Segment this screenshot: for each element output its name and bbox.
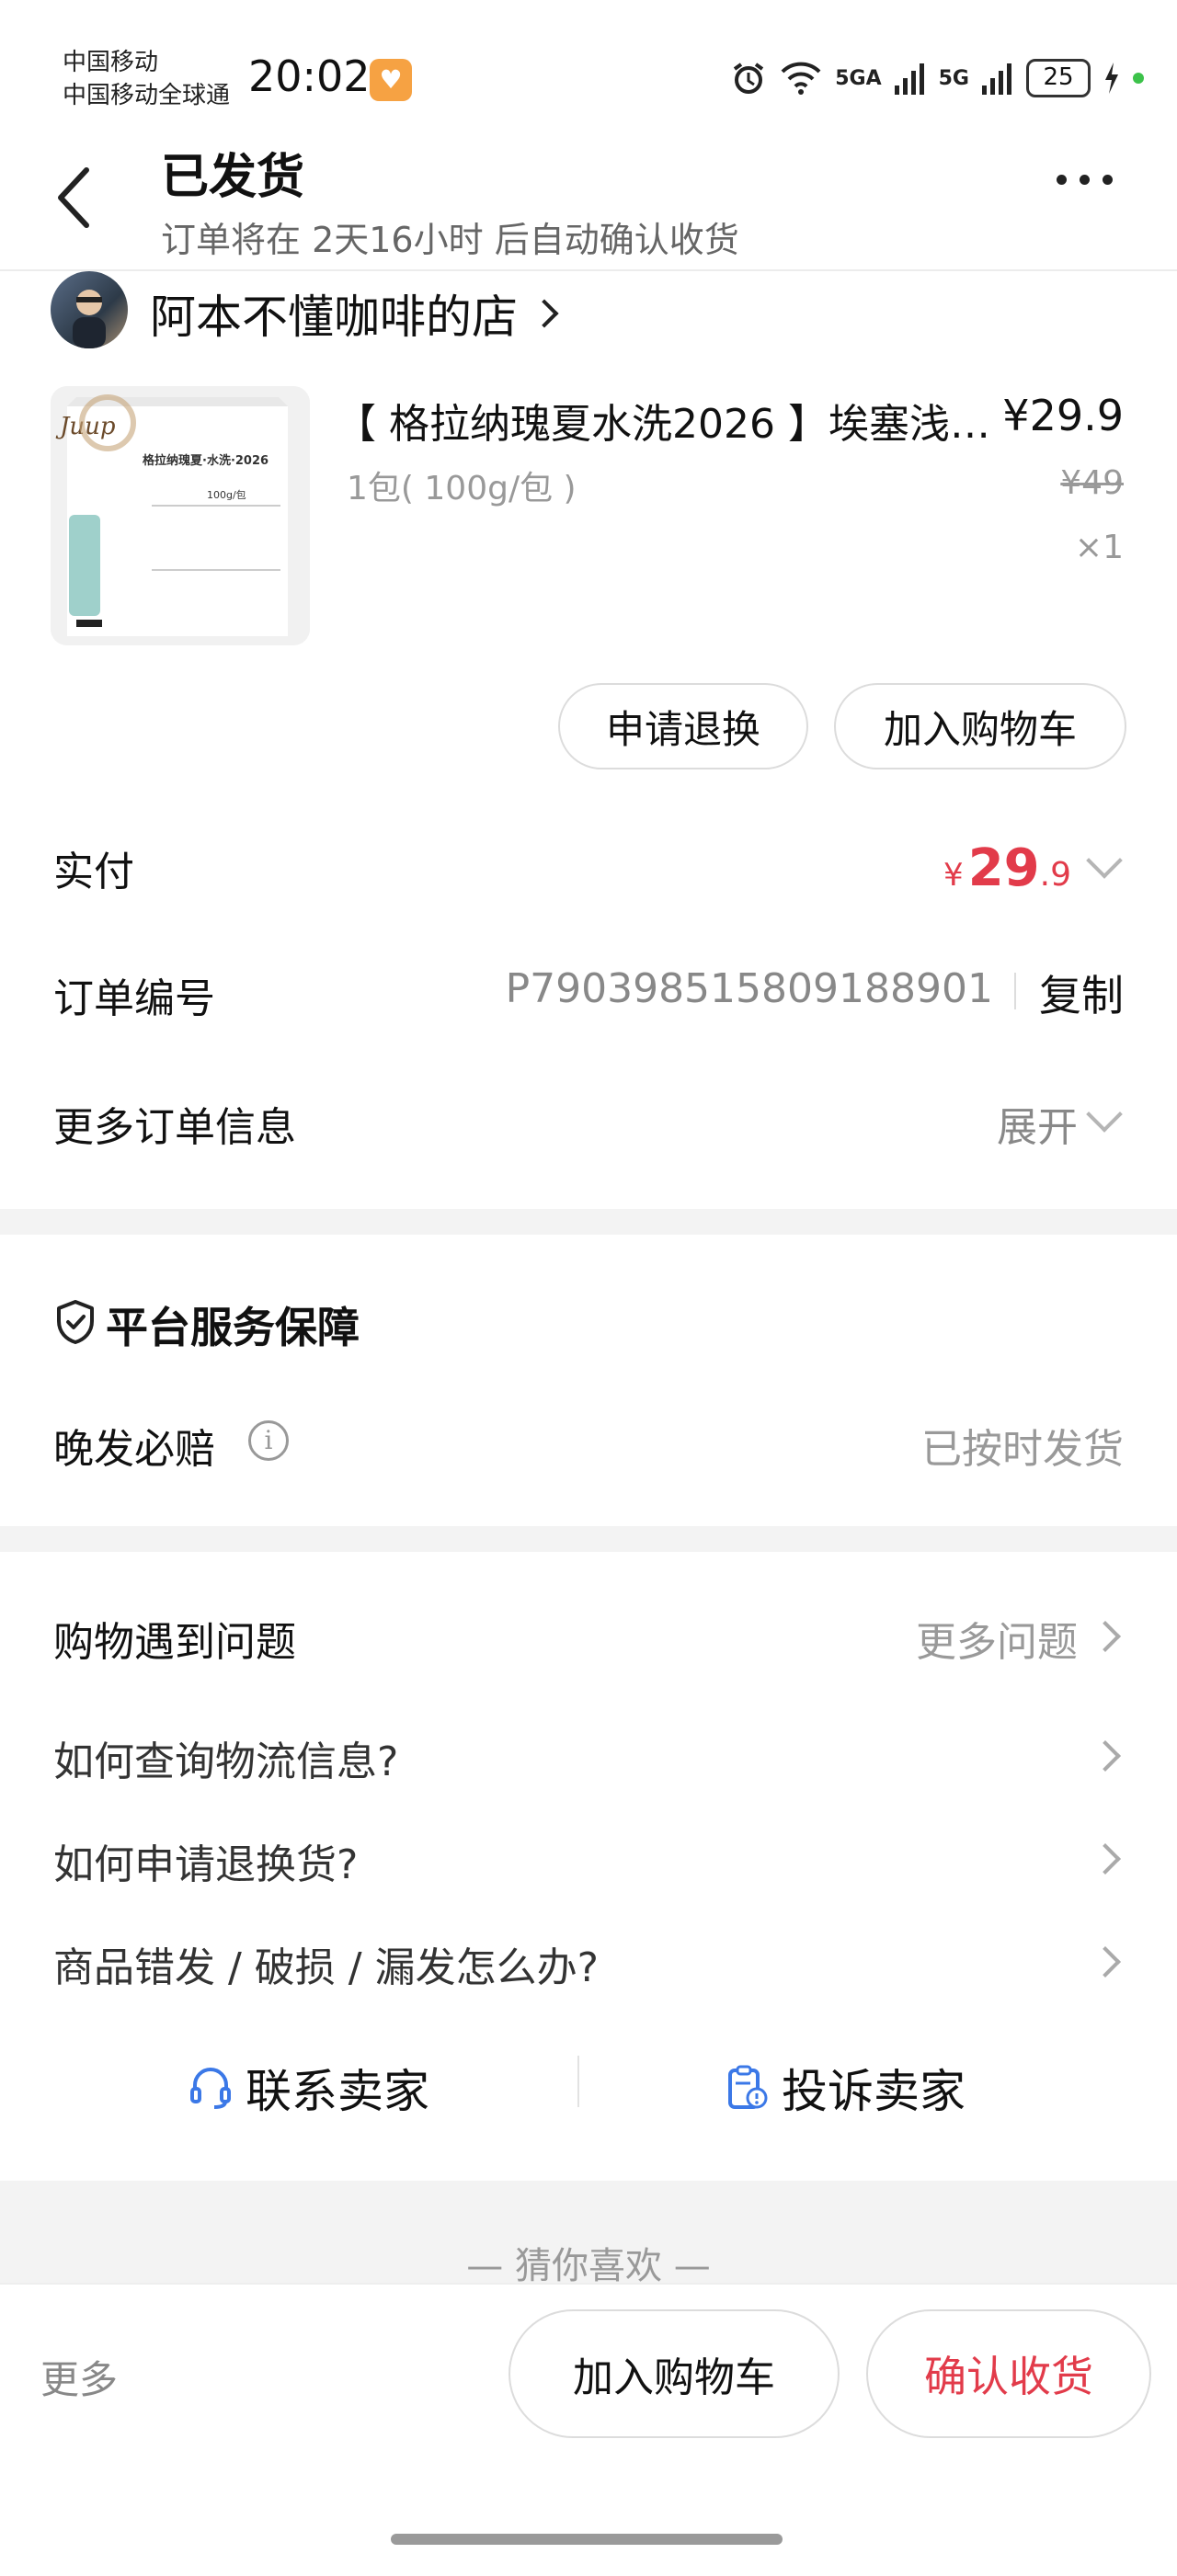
- more-dot-icon: [1057, 175, 1067, 185]
- signal-bars-icon: [982, 63, 1011, 95]
- product-quantity: ×1: [1074, 529, 1124, 566]
- home-indicator[interactable]: [391, 2534, 783, 2545]
- store-avatar[interactable]: [51, 271, 128, 348]
- notification-app-icon: ♥: [370, 59, 412, 101]
- auto-confirm-notice: 订单将在 2天16小时 后自动确认收货: [161, 220, 739, 260]
- store-name: 阿本不懂咖啡的店: [150, 291, 518, 344]
- product-spec: 1包( 100g/包 ): [347, 470, 577, 507]
- chevron-down-icon[interactable]: [1086, 842, 1123, 879]
- product-image-weight: 100g/包: [207, 489, 246, 501]
- shipping-status: 已按时发货: [921, 1426, 1124, 1473]
- late-ship-compensation-label: 晚发必赔: [53, 1426, 215, 1473]
- copy-divider: [1014, 973, 1016, 1009]
- expand-button[interactable]: 展开: [997, 1094, 1078, 1153]
- faq-item[interactable]: 如何申请退换货?: [53, 1831, 358, 1890]
- chevron-right-icon: [1090, 1740, 1121, 1772]
- product-package-image: Juup: [51, 386, 310, 645]
- confirm-receipt-button[interactable]: 确认收货: [866, 2309, 1151, 2438]
- page-title: 已发货: [161, 150, 305, 205]
- product-image[interactable]: Juup 格拉纳瑰夏·水洗·2026 100g/包: [51, 386, 310, 645]
- complain-seller-button[interactable]: 投诉卖家: [725, 2055, 966, 2121]
- headset-icon: [190, 2068, 231, 2109]
- more-questions-link[interactable]: 更多问题: [916, 1609, 1078, 1668]
- alarm-icon: [734, 63, 764, 94]
- amount-integer: 29: [967, 838, 1040, 898]
- signal-5ga: 5GA: [835, 66, 882, 90]
- carrier-info: 中国移动 中国移动全球通: [63, 46, 230, 112]
- copy-button[interactable]: 复制: [1039, 963, 1124, 1023]
- store-avatar-image: [73, 290, 106, 348]
- payment-label: 实付: [53, 849, 134, 895]
- payment-amount[interactable]: ¥ 29.9: [943, 838, 1071, 898]
- status-time: 20:02: [248, 51, 371, 101]
- contact-seller-button[interactable]: 联系卖家: [189, 2055, 429, 2121]
- battery-indicator: 25: [1026, 59, 1091, 97]
- product-image-title: 格拉纳瑰夏·水洗·2026: [143, 454, 269, 468]
- signal-5g: 5G: [938, 66, 969, 90]
- more-order-info-label: 更多订单信息: [53, 1104, 296, 1151]
- recommend-title: — 猜你喜欢 —: [466, 2245, 711, 2287]
- add-to-cart-button[interactable]: 加入购物车: [834, 683, 1126, 769]
- status-icons: 5GA 5G 25: [730, 55, 1144, 101]
- refund-button[interactable]: 申请退换: [558, 683, 808, 769]
- wifi-icon: [781, 62, 821, 95]
- amount-decimal: .9: [1039, 856, 1071, 894]
- product-title[interactable]: 【 格拉纳瑰夏水洗2026 】埃塞浅焙咖啡豆: [336, 391, 998, 450]
- charging-icon: [1105, 63, 1118, 94]
- chevron-right-icon: [1090, 1621, 1121, 1652]
- product-price: ¥29.9: [1002, 391, 1124, 440]
- section-separator: [0, 1209, 1177, 1235]
- contact-seller-label: 联系卖家: [246, 2065, 429, 2118]
- faq-item[interactable]: 如何查询物流信息?: [53, 1728, 398, 1787]
- section-separator: [0, 1526, 1177, 1552]
- chevron-right-icon: [1090, 1946, 1121, 1978]
- chevron-left-icon: [58, 167, 89, 228]
- store-link[interactable]: 阿本不懂咖啡的店: [150, 280, 559, 347]
- chevron-right-icon: [1090, 1843, 1121, 1875]
- faq-item[interactable]: 商品错发 / 破损 / 漏发怎么办?: [53, 1934, 599, 1993]
- complain-seller-label: 投诉卖家: [782, 2065, 966, 2118]
- order-number: P790398515809188901: [505, 965, 993, 1012]
- back-button[interactable]: [51, 165, 96, 230]
- guarantee-title: 平台服务保障: [106, 1303, 360, 1352]
- currency-symbol: ¥: [943, 857, 964, 894]
- info-icon[interactable]: i: [248, 1420, 289, 1461]
- more-button[interactable]: 更多: [40, 2349, 118, 2405]
- header-divider: [0, 269, 1177, 271]
- more-dot-icon: [1080, 175, 1090, 185]
- help-title: 购物遇到问题: [53, 1619, 296, 1666]
- bottom-add-to-cart-button[interactable]: 加入购物车: [509, 2309, 840, 2438]
- complaint-clipboard-icon: [728, 2065, 768, 2109]
- more-options-button[interactable]: [1057, 175, 1113, 185]
- chevron-down-icon[interactable]: [1086, 1096, 1123, 1133]
- contact-divider: [577, 2056, 579, 2107]
- signal-bars-icon: [894, 63, 924, 95]
- carrier-1: 中国移动: [63, 49, 159, 76]
- more-dot-icon: [1103, 175, 1113, 185]
- shield-check-icon: [57, 1300, 94, 1344]
- product-original-price: ¥49: [1060, 464, 1124, 502]
- order-number-label: 订单编号: [53, 975, 215, 1022]
- privacy-dot: [1133, 73, 1144, 84]
- carrier-2: 中国移动全球通: [63, 82, 231, 109]
- chevron-right-icon: [530, 299, 559, 328]
